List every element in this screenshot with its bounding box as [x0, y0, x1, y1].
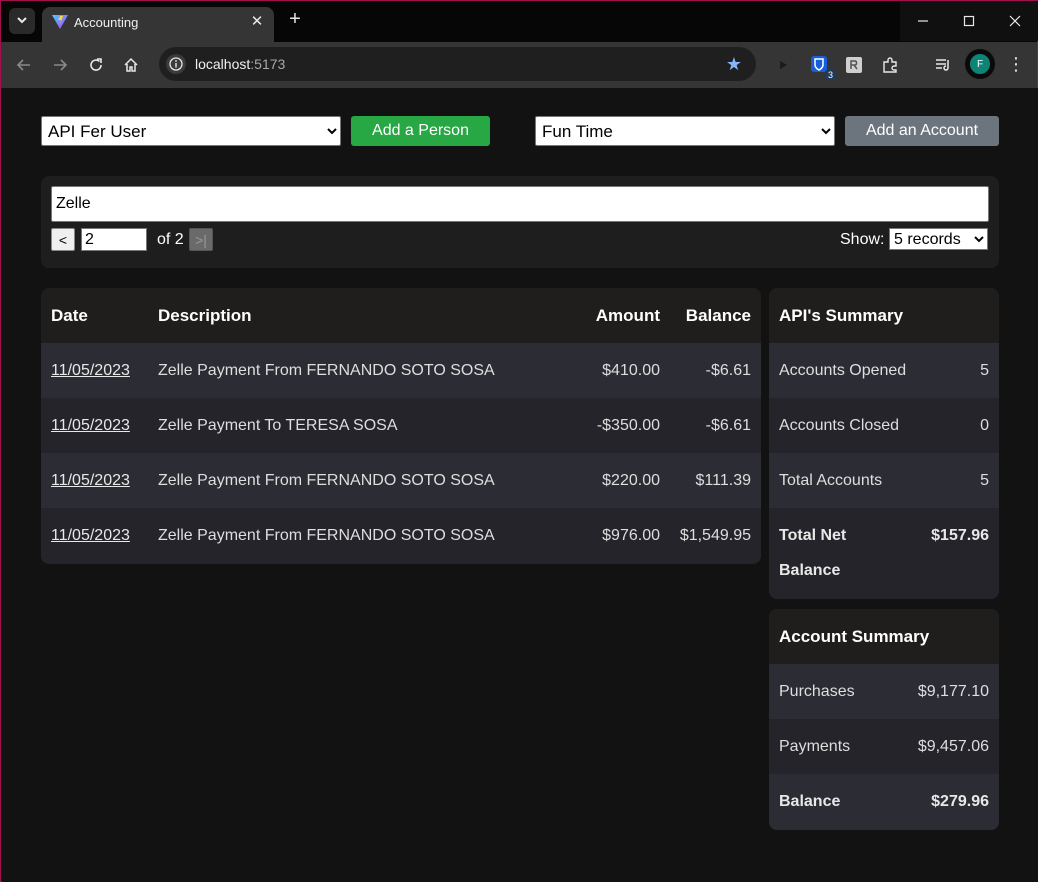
url-text: localhost:5173: [195, 56, 285, 72]
home-icon[interactable]: [119, 53, 143, 77]
row-balance: -$6.61: [705, 362, 751, 379]
row-balance: -$6.61: [705, 417, 751, 434]
account-select[interactable]: Fun Time: [535, 116, 835, 146]
back-arrow-icon[interactable]: [12, 53, 36, 77]
balance-value: $279.96: [931, 793, 989, 810]
url-host: localhost: [195, 56, 251, 72]
row-date-link[interactable]: 11/05/2023: [51, 417, 130, 435]
add-account-button[interactable]: Add an Account: [845, 116, 999, 146]
reload-icon[interactable]: [84, 53, 108, 77]
summary-value: 0: [980, 417, 989, 434]
summary-label: Accounts Opened: [779, 362, 907, 379]
column-header-balance[interactable]: Balance: [686, 306, 751, 326]
page-number-input[interactable]: [81, 228, 147, 251]
column-header-description[interactable]: Description: [158, 306, 252, 326]
media-queue-icon[interactable]: [932, 54, 954, 76]
account-summary-header: Account Summary: [769, 609, 999, 664]
summary-value: $9,177.10: [917, 683, 989, 700]
table-header: Date Description Amount Balance: [41, 288, 761, 343]
row-date-link[interactable]: 11/05/2023: [51, 362, 130, 380]
extension-puzzle-alt-icon[interactable]: [843, 54, 865, 76]
row-balance: $111.39: [695, 472, 751, 489]
row-balance: $1,549.95: [679, 527, 751, 544]
summary-row: Total Accounts 5: [769, 453, 999, 508]
row-description: Zelle Payment From FERNANDO SOTO SOSA: [158, 472, 495, 489]
api-summary-panel: API's Summary Accounts Opened 5 Accounts…: [769, 288, 999, 599]
more-menu-icon[interactable]: ⋮: [1006, 53, 1026, 77]
new-tab-button[interactable]: +: [284, 9, 306, 31]
search-input[interactable]: [51, 186, 989, 222]
summary-label: Purchases: [779, 683, 855, 700]
summary-value: 5: [980, 362, 989, 379]
records-per-page-select[interactable]: 5 records: [889, 228, 988, 250]
row-date-link[interactable]: 11/05/2023: [51, 527, 130, 545]
next-page-button[interactable]: >|: [189, 228, 213, 251]
transactions-table: Date Description Amount Balance 11/05/20…: [41, 288, 761, 564]
summary-value: 5: [980, 472, 989, 489]
site-info-icon[interactable]: [166, 54, 186, 74]
column-header-amount[interactable]: Amount: [596, 306, 660, 326]
summary-row-total-net: Total Net Balance $157.96: [769, 508, 999, 599]
minimize-button[interactable]: [900, 1, 946, 41]
total-net-label-line2: Balance: [779, 562, 841, 579]
tab-title: Accounting: [74, 15, 139, 30]
row-date-link[interactable]: 11/05/2023: [51, 472, 130, 490]
close-tab-icon[interactable]: ✕: [248, 12, 266, 30]
bookmark-star-icon[interactable]: ★: [726, 54, 742, 75]
row-amount: $976.00: [602, 527, 660, 544]
tab-accounting[interactable]: Accounting ✕: [42, 7, 274, 42]
total-net-label-line1: Total Net: [779, 527, 847, 544]
api-summary-header: API's Summary: [769, 288, 999, 343]
vite-logo-icon: [51, 14, 69, 30]
summary-row: Accounts Closed 0: [769, 398, 999, 453]
summary-row: Accounts Opened 5: [769, 343, 999, 398]
summary-value: $9,457.06: [917, 738, 989, 755]
summary-label: Accounts Closed: [779, 417, 900, 434]
row-description: Zelle Payment To TERESA SOSA: [158, 417, 398, 434]
table-row: 11/05/2023 Zelle Payment From FERNANDO S…: [41, 453, 761, 508]
add-person-button[interactable]: Add a Person: [351, 116, 490, 146]
person-select[interactable]: API Fer User: [41, 116, 341, 146]
url-port: :5173: [250, 56, 286, 72]
row-description: Zelle Payment From FERNANDO SOTO SOSA: [158, 527, 495, 544]
row-amount: $410.00: [602, 362, 660, 379]
summary-row-balance: Balance $279.96: [769, 774, 999, 830]
table-row: 11/05/2023 Zelle Payment From FERNANDO S…: [41, 343, 761, 398]
close-window-button[interactable]: [992, 1, 1038, 41]
bitwarden-extension-icon[interactable]: 3: [809, 54, 836, 80]
total-net-label: Total Net Balance: [779, 527, 846, 580]
extensions-puzzle-icon[interactable]: [879, 54, 901, 76]
page-count-text: of 2: [157, 231, 184, 248]
tab-strip: Accounting ✕ +: [1, 1, 1038, 42]
app-page: API Fer User Add a Person Fun Time Add a…: [2, 88, 1038, 882]
account-summary-title: Account Summary: [779, 627, 930, 646]
row-amount: -$350.00: [596, 417, 660, 434]
extension-badge: 3: [824, 70, 836, 80]
media-play-icon[interactable]: [772, 54, 794, 76]
forward-arrow-icon[interactable]: [48, 53, 72, 77]
summary-label: Total Accounts: [779, 472, 883, 489]
row-description: Zelle Payment From FERNANDO SOTO SOSA: [158, 362, 495, 379]
row-amount: $220.00: [602, 472, 660, 489]
profile-avatar[interactable]: F: [967, 51, 993, 77]
summary-row: Payments $9,457.06: [769, 719, 999, 774]
browser-toolbar: localhost:5173 ★ 3 F ⋮: [1, 42, 1037, 88]
summary-row: Purchases $9,177.10: [769, 664, 999, 719]
total-net-value: $157.96: [931, 527, 989, 544]
balance-label: Balance: [779, 793, 841, 810]
tab-search-button[interactable]: [9, 8, 35, 34]
previous-page-button[interactable]: <: [51, 228, 75, 251]
table-row: 11/05/2023 Zelle Payment From FERNANDO S…: [41, 508, 761, 563]
account-summary-panel: Account Summary Purchases $9,177.10 Paym…: [769, 609, 999, 830]
api-summary-title: API's Summary: [779, 306, 904, 325]
chevron-down-icon: [16, 14, 28, 29]
show-label: Show:: [840, 231, 885, 248]
column-header-date[interactable]: Date: [51, 306, 88, 326]
address-bar[interactable]: localhost:5173 ★: [159, 47, 756, 81]
maximize-button[interactable]: [946, 1, 992, 41]
table-row: 11/05/2023 Zelle Payment To TERESA SOSA …: [41, 398, 761, 453]
browser-window: Accounting ✕ + localhost:5173 ★ 3 F ⋮ AP…: [0, 0, 1038, 882]
filter-panel: < of 2 >| Show: 5 records: [41, 176, 999, 268]
summary-label: Payments: [779, 738, 851, 755]
